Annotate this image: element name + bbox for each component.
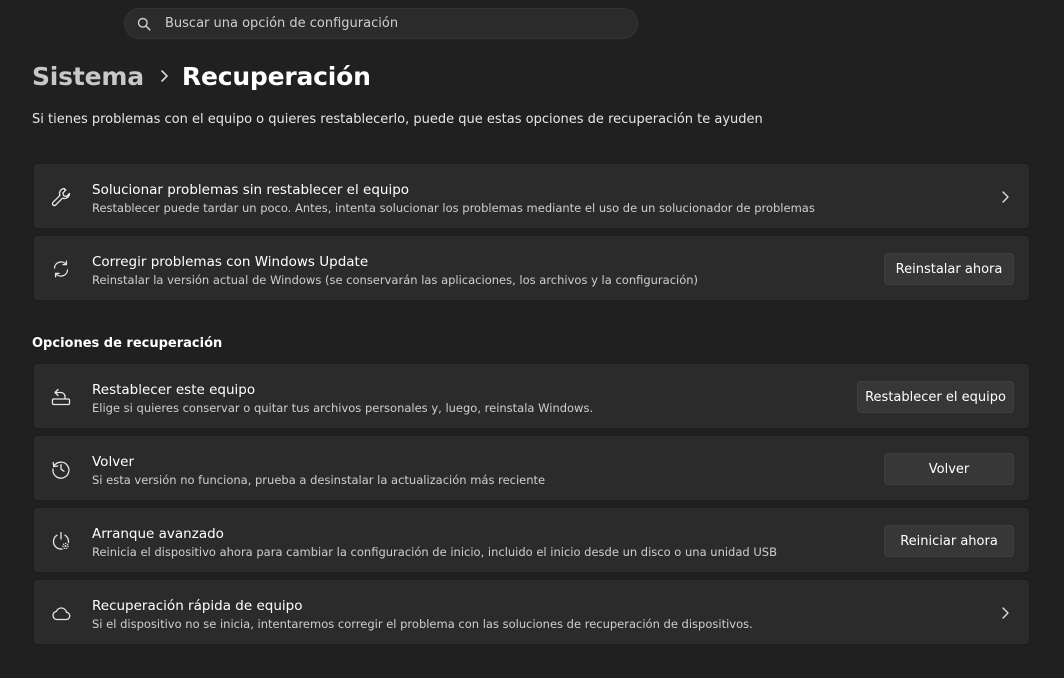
page-description: Si tienes problemas con el equipo o quie…: [32, 112, 763, 127]
wrench-icon: [51, 187, 71, 207]
history-icon: [52, 461, 70, 479]
breadcrumb: Sistema Recuperación: [32, 56, 371, 96]
reset-pc-button[interactable]: Restablecer el equipo: [857, 381, 1014, 413]
chevron-right-icon: [160, 69, 169, 83]
troubleshoot-card[interactable]: Solucionar problemas sin restablecer el …: [33, 163, 1030, 229]
card-subtitle: Reinicia el dispositivo ahora para cambi…: [92, 545, 777, 559]
search-input[interactable]: Buscar una opción de configuración: [165, 16, 398, 31]
breadcrumb-parent-sistema[interactable]: Sistema: [32, 62, 144, 91]
card-title: Corregir problemas con Windows Update: [92, 254, 369, 270]
card-title: Volver: [92, 454, 135, 470]
advanced-startup-card: Arranque avanzado Reinicia el dispositiv…: [33, 507, 1030, 573]
card-subtitle: Elige si quieres conservar o quitar tus …: [92, 401, 594, 415]
cloud-icon: [52, 607, 71, 621]
settings-page: Buscar una opción de configuración Siste…: [0, 0, 1064, 678]
card-subtitle: Si esta versión no funciona, prueba a de…: [92, 473, 546, 487]
chevron-right-icon: [1002, 607, 1009, 619]
windows-update-fix-card: Corregir problemas con Windows Update Re…: [33, 235, 1030, 301]
card-title: Arranque avanzado: [92, 526, 224, 542]
page-title: Recuperación: [181, 61, 371, 91]
reset-pc-card: Restablecer este equipo Elige si quieres…: [33, 363, 1030, 429]
go-back-card: Volver Si esta versión no funciona, prue…: [33, 435, 1030, 501]
card-title: Restablecer este equipo: [92, 382, 256, 398]
chevron-right-icon: [1002, 191, 1009, 203]
card-title: Solucionar problemas sin restablecer el …: [92, 182, 410, 198]
card-subtitle: Restablecer puede tardar un poco. Antes,…: [92, 201, 815, 215]
card-subtitle: Si el dispositivo no se inicia, intentar…: [92, 617, 753, 631]
reinstall-now-button[interactable]: Reinstalar ahora: [884, 253, 1014, 285]
reset-pc-icon: [51, 388, 71, 406]
go-back-button[interactable]: Volver: [884, 453, 1014, 485]
card-title: Recuperación rápida de equipo: [92, 598, 303, 614]
search-box[interactable]: Buscar una opción de configuración: [124, 8, 638, 39]
advanced-startup-icon: [52, 531, 70, 551]
search-icon: [137, 17, 151, 31]
section-title-recovery-options: Opciones de recuperación: [32, 336, 223, 351]
card-subtitle: Reinstalar la versión actual de Windows …: [92, 273, 699, 287]
quick-machine-recovery-card[interactable]: Recuperación rápida de equipo Si el disp…: [33, 579, 1030, 645]
sync-icon: [53, 260, 69, 278]
restart-now-button[interactable]: Reiniciar ahora: [884, 525, 1014, 557]
